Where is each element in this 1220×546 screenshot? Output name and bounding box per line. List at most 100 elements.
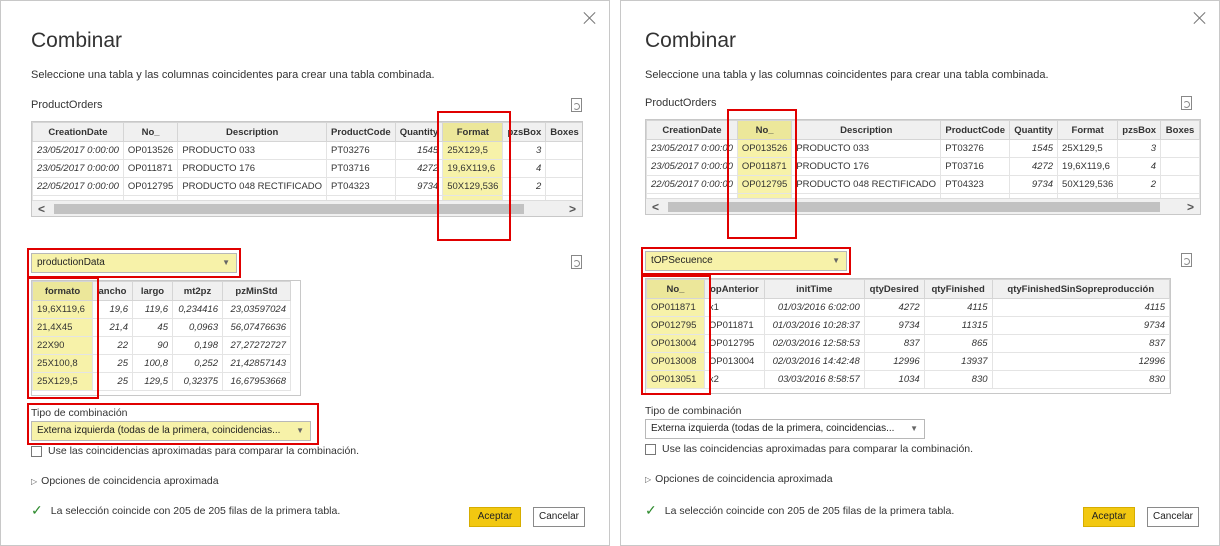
ok-button[interactable]: Aceptar (469, 507, 521, 527)
table-cell: 21,4X45 (32, 318, 93, 337)
table-cell: 16,67953668 (222, 372, 291, 391)
fuzzy-options-expander[interactable]: ▷ Opciones de coincidencia aproximada (31, 475, 219, 487)
table2-preview: formato ancho largo mt2pz pzMinStd 19,6X… (31, 280, 301, 396)
join-kind-select[interactable]: Externa izquierda (todas de la primera, … (31, 421, 311, 441)
preview-refresh-icon[interactable] (1181, 253, 1192, 267)
table-cell: 4 (502, 159, 547, 178)
close-icon[interactable] (1193, 11, 1207, 25)
table-cell (1160, 139, 1200, 158)
table-cell: OP011871 (736, 157, 793, 176)
horizontal-scrollbar[interactable]: < > (32, 200, 582, 216)
table-cell: OP011871 (703, 316, 765, 335)
col-header[interactable]: Boxes (545, 122, 582, 142)
table-cell (545, 159, 582, 178)
col-header[interactable]: mt2pz (172, 281, 223, 301)
table-cell: PRODUCTO 033 (791, 139, 942, 158)
cancel-button[interactable]: Cancelar (1147, 507, 1199, 527)
table-cell: 25 (92, 372, 133, 391)
table-cell: 4115 (923, 298, 993, 317)
cancel-button[interactable]: Cancelar (533, 507, 585, 527)
col-header[interactable]: initTime (763, 279, 865, 299)
col-header[interactable]: pzsBox (1117, 120, 1162, 140)
table-cell: OP013526 (736, 139, 793, 158)
col-header-selected[interactable]: Format (442, 122, 504, 142)
preview-refresh-icon[interactable] (1181, 96, 1192, 110)
col-header[interactable]: Quantity (394, 122, 444, 142)
fuzzy-match-checkbox[interactable]: Use las coincidencias aproximadas para c… (645, 443, 973, 455)
table-cell: 830 (923, 370, 993, 389)
col-header[interactable]: No_ (122, 122, 179, 142)
close-icon[interactable] (583, 11, 597, 25)
table-cell: 4272 (863, 298, 925, 317)
table-cell: 0,32375 (172, 372, 223, 391)
table-cell: 22X90 (32, 336, 93, 355)
ok-button[interactable]: Aceptar (1083, 507, 1135, 527)
fuzzy-match-checkbox[interactable]: Use las coincidencias aproximadas para c… (31, 445, 359, 457)
horizontal-scrollbar[interactable]: < > (646, 198, 1200, 214)
join-kind-label: Tipo de combinación (645, 405, 742, 417)
table-cell: PRODUCTO 176 (177, 159, 328, 178)
col-header[interactable]: pzsBox (502, 122, 547, 142)
col-header[interactable]: Quantity (1009, 120, 1059, 140)
col-header[interactable]: ProductCode (940, 120, 1011, 140)
table-cell: OP013004 (646, 334, 705, 353)
col-header[interactable]: opAnterior (703, 279, 765, 299)
table-cell: OP012795 (646, 316, 705, 335)
col-header[interactable]: Description (177, 122, 328, 142)
table-cell: PRODUCTO 048 RECTIFICADO (177, 177, 328, 196)
table-row: 23/05/2017 0:00:00 OP011871 PRODUCTO 176… (646, 157, 1200, 176)
col-header[interactable]: Boxes (1160, 120, 1200, 140)
table-cell: PT03276 (940, 139, 1011, 158)
table-cell: PRODUCTO 176 (791, 157, 942, 176)
table-cell: 22/05/2017 0:00:00 (32, 177, 124, 196)
col-header[interactable]: ancho (92, 281, 133, 301)
table-cell: 23/05/2017 0:00:00 (32, 141, 124, 160)
col-header[interactable]: CreationDate (646, 120, 738, 140)
expand-icon: ▷ (645, 475, 652, 484)
table-cell: 25X129,5 (1057, 139, 1119, 158)
match-status: ✓ La selección coincide con 205 de 205 f… (31, 502, 340, 519)
table-cell: 02/03/2016 14:42:48 (763, 352, 865, 371)
table-cell: 50X129,536 (1057, 175, 1119, 194)
table-cell: 27,27272727 (222, 336, 291, 355)
preview-refresh-icon[interactable] (571, 255, 582, 269)
table-cell: 3 (502, 141, 547, 160)
table-cell: 19,6X119,6 (32, 300, 93, 319)
scroll-thumb[interactable] (668, 202, 1160, 212)
table-cell: 25X100,8 (32, 354, 93, 373)
scroll-right-icon[interactable]: > (569, 202, 576, 216)
table-cell: 837 (863, 334, 925, 353)
table2-select[interactable]: productionData ▼ (31, 253, 237, 273)
table-cell: OP013526 (122, 141, 179, 160)
col-header-selected[interactable]: formato (32, 281, 93, 301)
table-cell: PRODUCTO 048 RECTIFICADO (791, 175, 942, 194)
col-header[interactable]: qtyFinished (923, 279, 993, 299)
table-cell: 9734 (863, 316, 925, 335)
col-header[interactable]: Format (1057, 120, 1119, 140)
table-cell (1160, 175, 1200, 194)
col-header-selected[interactable]: No_ (646, 279, 705, 299)
checkbox-icon[interactable] (31, 445, 42, 457)
col-header[interactable]: qtyDesired (863, 279, 925, 299)
col-header[interactable]: largo (132, 281, 173, 301)
scroll-left-icon[interactable]: < (38, 202, 45, 216)
col-header[interactable]: ProductCode (326, 122, 396, 142)
join-kind-select[interactable]: Externa izquierda (todas de la primera, … (645, 419, 925, 439)
col-header[interactable]: Description (791, 120, 942, 140)
table2-select[interactable]: tOPSecuence ▼ (645, 251, 847, 271)
expand-icon: ▷ (31, 477, 38, 486)
scroll-thumb[interactable] (54, 204, 524, 214)
scroll-right-icon[interactable]: > (1187, 200, 1194, 214)
col-header-selected[interactable]: No_ (736, 120, 793, 140)
col-header[interactable]: qtyFinishedSinSopreproducción (991, 279, 1170, 299)
table-cell: 4272 (1009, 157, 1059, 176)
fuzzy-options-expander[interactable]: ▷ Opciones de coincidencia aproximada (645, 473, 833, 485)
table2-select-value: productionData (37, 257, 105, 268)
table2-preview: No_ opAnterior initTime qtyDesired qtyFi… (645, 278, 1171, 394)
col-header[interactable]: CreationDate (32, 122, 124, 142)
checkbox-icon[interactable] (645, 443, 656, 455)
scroll-left-icon[interactable]: < (652, 200, 659, 214)
col-header[interactable]: pzMinStd (222, 281, 291, 301)
table-cell: 129,5 (132, 372, 173, 391)
preview-refresh-icon[interactable] (571, 98, 582, 112)
